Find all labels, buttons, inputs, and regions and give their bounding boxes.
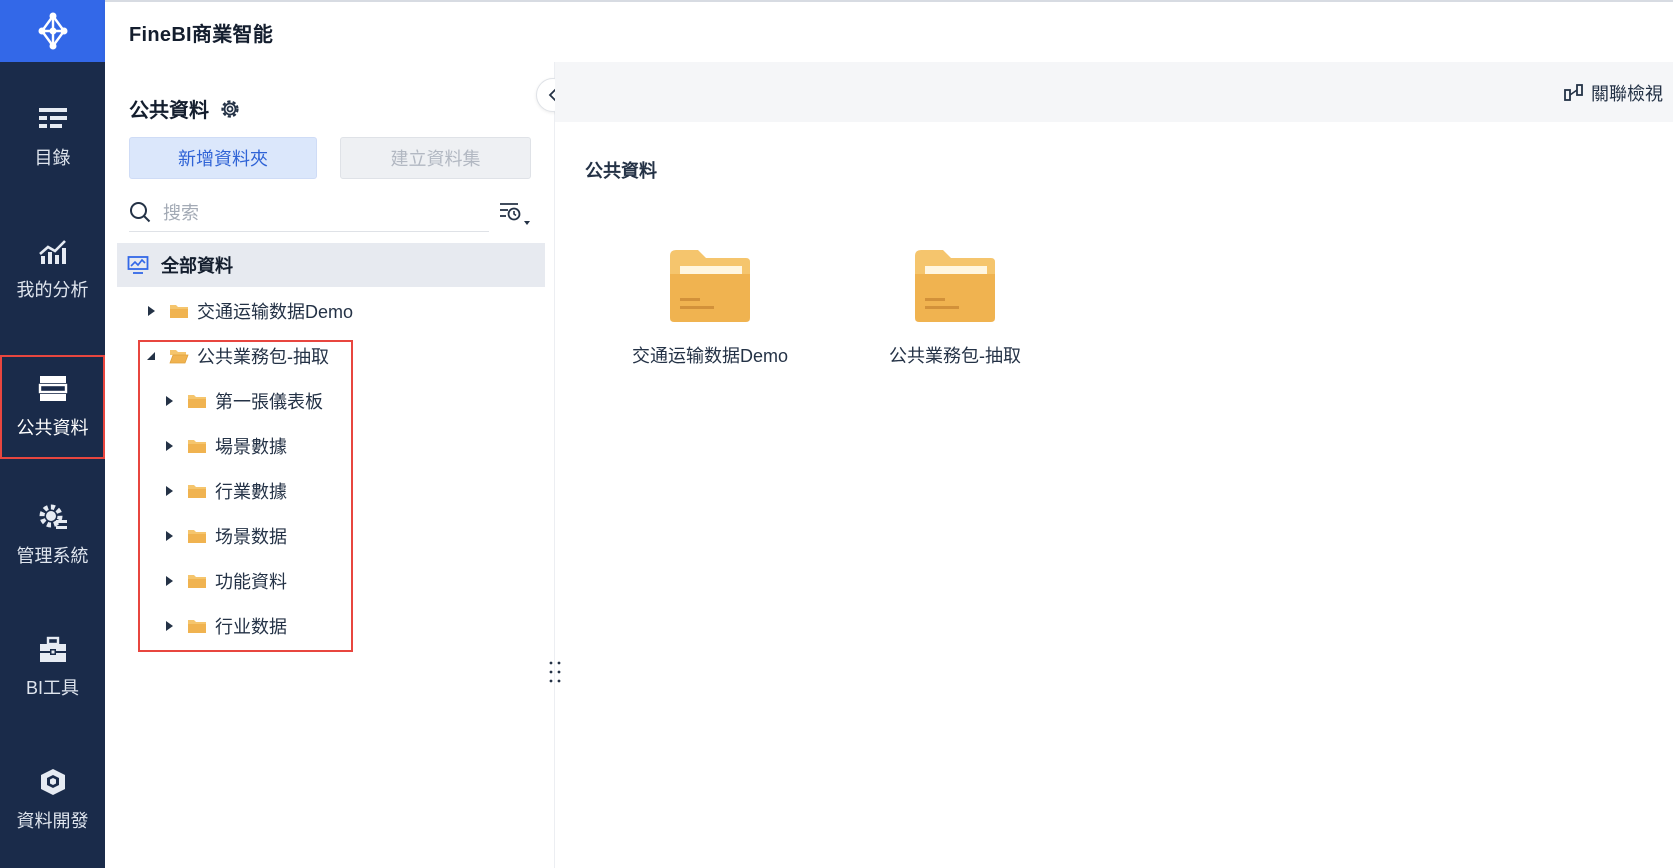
public-data-icon <box>38 376 67 401</box>
search-input[interactable]: 搜索 <box>129 192 489 232</box>
link-view-label: 關聯檢視 <box>1591 84 1663 104</box>
create-dataset-button[interactable]: 建立資料集 <box>340 137 531 179</box>
tree-row-label: 功能資料 <box>215 572 287 592</box>
tree-row[interactable]: 場景數據 <box>161 426 287 466</box>
top-header: FineBI商業智能 <box>105 0 1673 62</box>
tree-root-label: 全部資料 <box>161 256 233 276</box>
breadcrumb: 公共資料 <box>585 161 657 181</box>
network-logo-icon[interactable] <box>0 0 105 62</box>
cube-icon <box>40 769 65 795</box>
relation-view-icon <box>1564 84 1583 101</box>
tree-root-all-data[interactable]: 全部資料 <box>117 243 545 287</box>
tree-row-label: 第一張儀表板 <box>215 392 323 412</box>
caret-right-icon[interactable] <box>161 440 177 452</box>
new-folder-button[interactable]: 新增資料夾 <box>129 137 317 179</box>
panel-title: 公共資料 <box>129 94 241 123</box>
folder-card[interactable]: 交通运输数据Demo <box>590 248 830 368</box>
tree-row-label: 行业数据 <box>215 617 287 637</box>
gear-manage-icon <box>39 504 67 529</box>
tree-row-label: 行業數據 <box>215 482 287 502</box>
nav-item-catalog[interactable]: 目錄 <box>0 86 105 190</box>
analysis-chart-icon <box>38 240 66 264</box>
caret-right-icon[interactable] <box>161 575 177 587</box>
nav-item-data-development[interactable]: 資料開發 <box>0 748 105 852</box>
caret-right-icon[interactable] <box>161 395 177 407</box>
history-filter-button[interactable] <box>495 196 535 232</box>
toolbox-icon <box>39 636 66 662</box>
left-nav: 目錄 我的分析 公共資料 管理系統 BI工具 資料開發 <box>0 0 105 868</box>
resize-handle-icon[interactable] <box>548 660 562 689</box>
panel-title-text: 公共資料 <box>129 100 209 122</box>
folder-icon <box>187 618 207 634</box>
caret-right-icon[interactable] <box>143 305 159 317</box>
content-toolbar <box>555 62 1673 122</box>
public-data-panel: 公共資料 新增資料夾 建立資料集 搜索 全部資料 交通运输数据Demo 公共業務… <box>105 62 570 868</box>
folder-icon <box>187 393 207 409</box>
folder-open-icon <box>169 348 189 364</box>
nav-label: 公共資料 <box>16 418 89 438</box>
nav-item-my-analysis[interactable]: 我的分析 <box>0 218 105 322</box>
app-title: FineBI商業智能 <box>129 23 274 46</box>
tree-row[interactable]: 行业数据 <box>161 606 287 646</box>
tree-row[interactable]: 功能資料 <box>161 561 287 601</box>
folder-card[interactable]: 公共業務包-抽取 <box>835 248 1075 368</box>
nav-label: 我的分析 <box>16 280 89 300</box>
tree-row[interactable]: 场景数据 <box>161 516 287 556</box>
tree-row[interactable]: 交通运输数据Demo <box>143 291 353 331</box>
tree-row[interactable]: 行業數據 <box>161 471 287 511</box>
folder-icon <box>670 250 750 322</box>
folder-icon <box>169 303 189 319</box>
nav-label: 管理系統 <box>16 546 89 566</box>
link-view-button[interactable]: 關聯檢視 <box>1563 80 1663 106</box>
nav-item-management[interactable]: 管理系統 <box>0 483 105 587</box>
nav-label: 目錄 <box>34 148 71 168</box>
folder-icon <box>187 483 207 499</box>
tree-row-label: 交通运输数据Demo <box>197 302 354 322</box>
nav-item-public-data[interactable]: 公共資料 <box>0 355 105 459</box>
caret-right-icon[interactable] <box>161 485 177 497</box>
catalog-icon <box>38 108 67 128</box>
nav-label: BI工具 <box>25 678 79 698</box>
search-icon <box>130 201 151 222</box>
tree-row-label: 場景數據 <box>215 437 287 457</box>
monitor-icon <box>127 256 149 274</box>
history-filter-icon <box>500 203 530 225</box>
nav-label: 資料開發 <box>16 811 89 831</box>
tree-row[interactable]: 公共業務包-抽取 <box>143 336 329 376</box>
folder-icon <box>187 573 207 589</box>
tree-row-label: 公共業務包-抽取 <box>197 347 329 367</box>
search-placeholder: 搜索 <box>163 202 199 223</box>
gear-icon[interactable] <box>219 98 241 120</box>
tree-row[interactable]: 第一張儀表板 <box>161 381 323 421</box>
caret-right-icon[interactable] <box>161 620 177 632</box>
folder-icon <box>915 250 995 322</box>
folder-card-label: 交通运输数据Demo <box>631 346 788 366</box>
folder-icon <box>187 438 207 454</box>
folder-card-label: 公共業務包-抽取 <box>889 346 1021 366</box>
caret-right-icon[interactable] <box>161 530 177 542</box>
caret-down-icon[interactable] <box>143 350 159 362</box>
nav-item-bi-tools[interactable]: BI工具 <box>0 616 105 720</box>
folder-icon <box>187 528 207 544</box>
tree-row-label: 场景数据 <box>215 527 287 547</box>
